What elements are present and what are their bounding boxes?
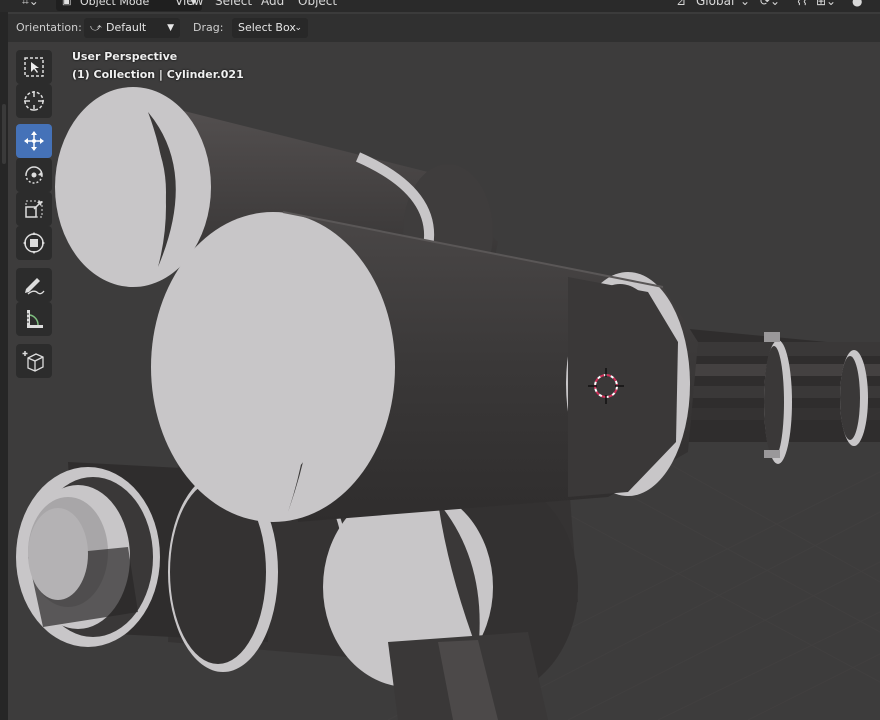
- tool-scale[interactable]: [16, 192, 52, 226]
- measure-icon: [27, 310, 43, 328]
- tool-measure[interactable]: [16, 302, 52, 336]
- select-box-icon: [24, 57, 44, 77]
- tool-add-cube[interactable]: [16, 344, 52, 378]
- viewport-perspective-label: User Perspective: [72, 50, 178, 63]
- chevron-down-icon: ⌄: [294, 23, 302, 33]
- move-icon: [24, 131, 44, 151]
- transform-orientation-dropdown[interactable]: Global: [696, 0, 734, 8]
- snap-increment-icon[interactable]: ⊞⌄: [816, 0, 836, 8]
- scale-icon: [25, 200, 43, 218]
- annotate-icon: [25, 278, 45, 295]
- top-menu-bar: ⌗⌄ ▣ Object Mode ▼ View Select Add Objec…: [0, 0, 880, 12]
- object-mode-icon: ▣: [62, 0, 72, 7]
- orientation-dropdown[interactable]: ⤻ Default ▼: [84, 18, 180, 38]
- viewport-collection-label: (1) Collection | Cylinder.021: [72, 68, 244, 81]
- 3d-viewport[interactable]: User Perspective (1) Collection | Cylind…: [8, 42, 880, 720]
- drag-dropdown[interactable]: Select Box ⌄: [232, 18, 308, 38]
- tool-transform[interactable]: [16, 226, 52, 260]
- transform-icon: [23, 232, 45, 254]
- editor-left-edge: [0, 12, 8, 720]
- menu-view[interactable]: View: [175, 0, 203, 8]
- orientation-global-icon[interactable]: ⊿: [676, 0, 686, 8]
- add-cube-icon: [22, 351, 44, 372]
- orientation-label: Orientation:: [16, 21, 82, 34]
- snap-icon[interactable]: ⌇⌇: [796, 0, 808, 8]
- pivot-icon[interactable]: ⟳⌄: [760, 0, 780, 8]
- orientation-icon: ⤻: [90, 21, 102, 34]
- tool-rotate[interactable]: [16, 158, 52, 192]
- tool-annotate[interactable]: [16, 268, 52, 302]
- resize-handle[interactable]: [2, 104, 6, 164]
- tool-header: Orientation: ⤻ Default ▼ Drag: Select Bo…: [8, 14, 880, 42]
- chevron-down-icon: ▼: [167, 23, 174, 33]
- menu-object[interactable]: Object: [298, 0, 337, 8]
- editor-type-icon[interactable]: ⌗⌄: [22, 0, 39, 9]
- menu-add[interactable]: Add: [261, 0, 284, 8]
- tool-cursor[interactable]: [16, 84, 52, 118]
- proportional-edit-icon[interactable]: ●: [852, 0, 862, 8]
- tool-select-box[interactable]: [16, 50, 52, 84]
- tool-move[interactable]: [16, 124, 52, 158]
- rotate-icon: [25, 166, 43, 184]
- menu-select[interactable]: Select: [215, 0, 252, 8]
- drag-label: Drag:: [193, 21, 224, 34]
- viewport-scene: [16, 87, 880, 720]
- cursor-icon: [24, 91, 44, 111]
- chevron-down-icon: ⌄: [740, 0, 751, 8]
